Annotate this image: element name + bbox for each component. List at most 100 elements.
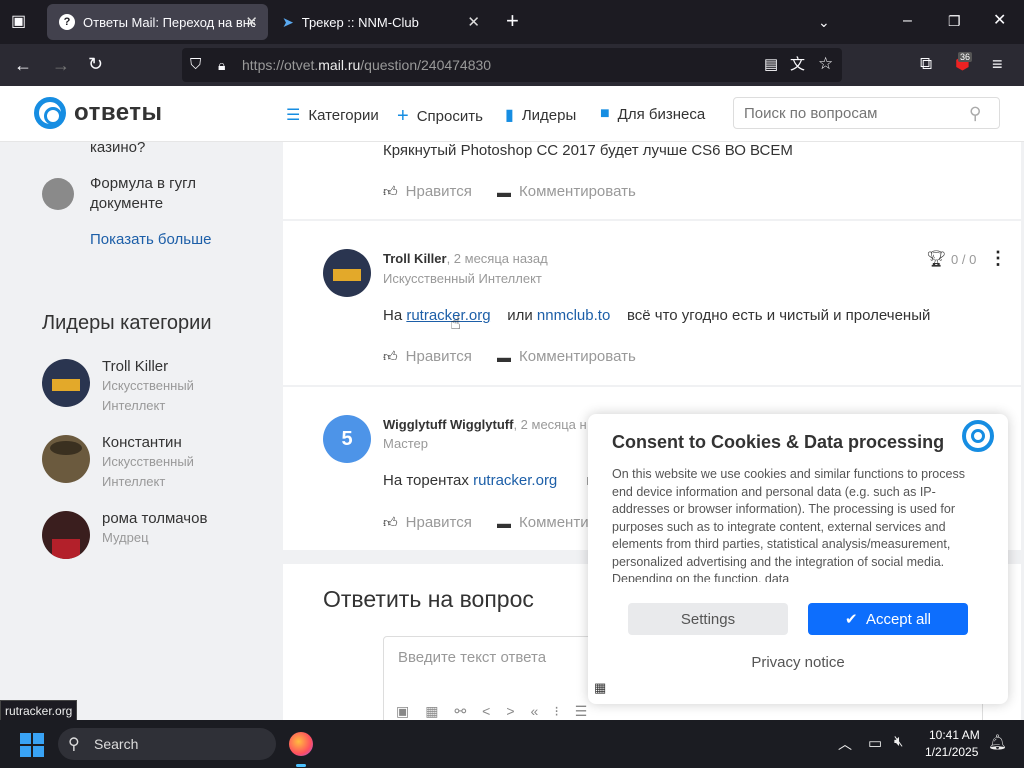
menu-icon[interactable]: ≡ bbox=[992, 55, 1003, 73]
like-button[interactable]: 👍︎ Нравится bbox=[383, 183, 472, 200]
taskbar-search[interactable]: Search bbox=[58, 728, 276, 760]
answer-text: На rutracker.org или nnmclub.to всё что … bbox=[383, 307, 931, 324]
show-more-link[interactable]: Показать больше bbox=[90, 230, 211, 250]
translate-icon[interactable]: 文 bbox=[790, 56, 805, 74]
clock-time[interactable]: 10:41 AM bbox=[929, 728, 980, 742]
back-icon[interactable]: ← bbox=[14, 56, 32, 74]
tray-chevron-icon[interactable]: ︿ bbox=[838, 734, 852, 754]
reader-view-icon[interactable]: ▤ bbox=[764, 56, 778, 74]
tab-title: Трекер :: NNM-Club bbox=[301, 14, 419, 30]
thumbs-up-icon: 👍︎ bbox=[383, 183, 398, 199]
at-logo-icon bbox=[34, 97, 66, 129]
leader-name[interactable]: Константин bbox=[102, 434, 182, 451]
more-options-icon[interactable]: ⋮ bbox=[989, 248, 1007, 269]
check-icon: ✔ bbox=[845, 611, 858, 628]
leader-name[interactable]: Troll Killer bbox=[102, 358, 168, 375]
briefcase-icon: ■ bbox=[600, 105, 610, 122]
close-tab-icon[interactable]: ✕ bbox=[467, 13, 480, 31]
nav-leaders[interactable]: ▮ Лидеры bbox=[505, 105, 576, 125]
answer-text: Крякнутый Photoshop CC 2017 будет лучше … bbox=[383, 142, 793, 159]
related-question-link[interactable]: Формула в гугл документе bbox=[90, 174, 220, 214]
avatar[interactable] bbox=[42, 435, 90, 483]
leader-name[interactable]: рома толмачов bbox=[102, 510, 207, 527]
settings-button[interactable]: Settings bbox=[628, 603, 788, 635]
comment-button[interactable]: ▬ Комментировать bbox=[497, 183, 636, 200]
logo-text: ответы bbox=[74, 99, 163, 126]
answer-text: На торентах rutracker.org и bbox=[383, 472, 595, 489]
extensions-icon[interactable]: ⧉ bbox=[920, 55, 932, 73]
answer-card: Troll Killer, 2 месяца назад Искусственн… bbox=[283, 221, 1021, 385]
related-question-link[interactable]: казино? bbox=[90, 138, 145, 158]
lock-icon[interactable]: 🔒︎ bbox=[218, 56, 225, 74]
nav-business[interactable]: ■ Для бизнеса bbox=[600, 105, 705, 123]
answer-meta: Troll Killer, 2 месяца назад bbox=[383, 250, 548, 268]
bar-chart-icon: ▮ bbox=[505, 107, 514, 124]
comment-icon: ▬ bbox=[497, 514, 511, 531]
search-icon[interactable]: ⚲ bbox=[969, 104, 981, 124]
window-close-icon[interactable]: ✕ bbox=[993, 12, 1006, 30]
leader-rank: Искусственный Интеллект bbox=[102, 454, 194, 489]
tab-nnm-club[interactable]: ➤ Трекер :: NNM-Club ✕ bbox=[272, 4, 490, 40]
search-input[interactable] bbox=[733, 97, 1000, 129]
author-rank: Мастер bbox=[383, 436, 428, 451]
firefox-icon[interactable] bbox=[289, 732, 313, 756]
windows-start-icon[interactable] bbox=[20, 733, 44, 757]
avatar[interactable] bbox=[42, 511, 90, 559]
comment-icon: ▬ bbox=[497, 348, 511, 365]
thumbs-up-icon: 👍︎ bbox=[383, 514, 398, 530]
answer-card: Крякнутый Photoshop CC 2017 будет лучше … bbox=[283, 142, 1021, 219]
comment-icon: ▬ bbox=[497, 183, 511, 200]
avatar bbox=[42, 178, 74, 210]
answer-time: , 2 месяца н bbox=[513, 417, 587, 432]
reload-icon[interactable]: ↻ bbox=[88, 55, 103, 73]
shield-icon[interactable]: ⛉ bbox=[190, 56, 201, 74]
privacy-notice-link[interactable]: Privacy notice bbox=[588, 654, 1008, 671]
otvety-logo[interactable]: ответы bbox=[34, 97, 163, 129]
author-rank: Искусственный Интеллект bbox=[383, 271, 542, 286]
author-name[interactable]: Wigglytuff Wigglytuff bbox=[383, 417, 513, 432]
list-tabs-chevron-icon[interactable]: ⌄ bbox=[818, 13, 830, 31]
nav-categories[interactable]: ☰ Категории bbox=[286, 105, 379, 125]
nav-ask[interactable]: + Спросить bbox=[397, 105, 483, 128]
leaders-title: Лидеры категории bbox=[42, 312, 212, 334]
avatar[interactable] bbox=[323, 249, 371, 297]
avatar[interactable]: 5 bbox=[323, 415, 371, 463]
nnmclub-link[interactable]: nnmclub.to bbox=[537, 307, 610, 324]
navigation-toolbar: ← → ↻ ⛉ 🔒︎ https://otvet.mail.ru/questio… bbox=[0, 44, 1024, 86]
rutracker-link[interactable]: rutracker.org bbox=[473, 472, 557, 489]
new-tab-icon[interactable]: + bbox=[506, 10, 519, 32]
notification-bell-icon[interactable]: 🔔︎ bbox=[988, 733, 1007, 751]
close-tab-icon[interactable]: ✕ bbox=[245, 13, 258, 31]
thumbs-up-icon: 👍︎ bbox=[383, 348, 398, 364]
clock-date[interactable]: 1/21/2025 bbox=[925, 745, 978, 759]
author-name[interactable]: Troll Killer bbox=[383, 251, 447, 266]
network-icon[interactable]: ▭ bbox=[868, 734, 882, 752]
consent-title: Consent to Cookies & Data processing bbox=[612, 432, 945, 452]
editor-toolbar[interactable]: ▣▦⚯<>«⁝☰ bbox=[396, 703, 603, 720]
maximize-icon[interactable]: ❐ bbox=[948, 12, 961, 30]
hand-cursor-icon: ☝︎ bbox=[450, 313, 461, 333]
forward-icon[interactable]: → bbox=[52, 56, 70, 74]
link-status-url: rutracker.org bbox=[0, 700, 78, 721]
plus-icon: + bbox=[397, 105, 409, 127]
comment-button[interactable]: ▬ Комменти bbox=[497, 514, 589, 531]
bookmark-star-icon[interactable]: ☆ bbox=[818, 55, 833, 73]
score: 0 / 0 bbox=[951, 252, 977, 267]
volume-muted-icon[interactable]: 🔇︎ bbox=[894, 733, 903, 750]
tab-otvety[interactable]: ? Ответы Mail: Переход на внеш ✕ bbox=[47, 4, 268, 40]
sidebar: казино? Формула в гугл документе Показат… bbox=[0, 139, 283, 720]
comment-button[interactable]: ▬ Комментировать bbox=[497, 348, 636, 365]
avatar[interactable] bbox=[42, 359, 90, 407]
minimize-icon[interactable]: – bbox=[903, 12, 912, 30]
rutracker-link[interactable]: rutracker.org bbox=[406, 307, 490, 324]
trophy-icon: 🏆︎ bbox=[926, 251, 947, 268]
answer-time: , 2 месяца назад bbox=[446, 251, 548, 266]
like-button[interactable]: 👍︎ Нравится bbox=[383, 348, 472, 365]
search-icon: ⚲ bbox=[68, 736, 80, 753]
leader-rank: Мудрец bbox=[102, 530, 149, 545]
url-text[interactable]: https://otvet.mail.ru/question/240474830 bbox=[242, 57, 491, 73]
tab-overview-icon[interactable]: ▣ bbox=[11, 13, 26, 31]
accept-all-button[interactable]: ✔ Accept all bbox=[808, 603, 968, 635]
address-bar[interactable]: ⛉ 🔒︎ https://otvet.mail.ru/question/2404… bbox=[182, 48, 842, 82]
like-button[interactable]: 👍︎ Нравится bbox=[383, 514, 472, 531]
